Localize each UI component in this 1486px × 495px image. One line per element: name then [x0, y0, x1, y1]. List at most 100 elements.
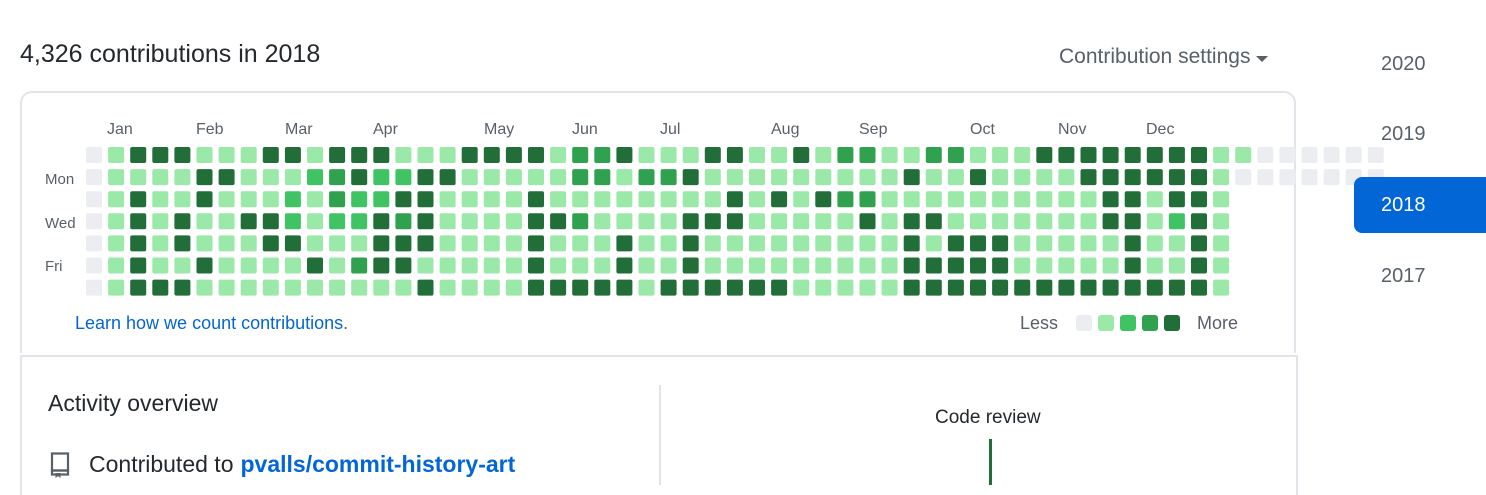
- contribution-day-cell[interactable]: [1191, 235, 1207, 252]
- contribution-day-cell[interactable]: [395, 279, 412, 296]
- contribution-day-cell[interactable]: [307, 235, 323, 252]
- contribution-day-cell[interactable]: [660, 147, 677, 163]
- contribution-day-cell[interactable]: [1213, 191, 1230, 208]
- contribution-day-cell[interactable]: [284, 191, 301, 208]
- contribution-day-cell[interactable]: [704, 213, 721, 230]
- contribution-day-cell[interactable]: [1102, 147, 1119, 163]
- contribution-day-cell[interactable]: [417, 257, 434, 274]
- contribution-day-cell[interactable]: [86, 169, 102, 186]
- contribution-day-cell[interactable]: [726, 191, 743, 208]
- contribution-day-cell[interactable]: [108, 147, 125, 163]
- contribution-day-cell[interactable]: [749, 213, 765, 230]
- contribution-day-cell[interactable]: [218, 191, 235, 208]
- contribution-day-cell[interactable]: [240, 279, 257, 296]
- contribution-day-cell[interactable]: [660, 213, 677, 230]
- contribution-day-cell[interactable]: [284, 213, 301, 230]
- contribution-day-cell[interactable]: [174, 235, 191, 252]
- contribution-day-cell[interactable]: [1213, 279, 1230, 296]
- contribution-day-cell[interactable]: [1168, 213, 1185, 230]
- contribution-day-cell[interactable]: [859, 257, 876, 274]
- contribution-day-cell[interactable]: [572, 279, 589, 296]
- contribution-day-cell[interactable]: [682, 279, 699, 296]
- contribution-day-cell[interactable]: [947, 169, 964, 186]
- contribution-day-cell[interactable]: [1058, 213, 1075, 230]
- contribution-day-cell[interactable]: [240, 213, 257, 230]
- contribution-day-cell[interactable]: [439, 235, 456, 252]
- contribution-day-cell[interactable]: [837, 257, 854, 274]
- contribution-day-cell[interactable]: [572, 191, 589, 208]
- contribution-day-cell[interactable]: [704, 147, 721, 163]
- contribution-day-cell[interactable]: [461, 235, 478, 252]
- contribution-day-cell[interactable]: [505, 191, 522, 208]
- contribution-day-cell[interactable]: [970, 257, 986, 274]
- contribution-day-cell[interactable]: [395, 257, 412, 274]
- contribution-day-cell[interactable]: [749, 147, 765, 163]
- contribution-day-cell[interactable]: [1213, 213, 1230, 230]
- contribution-day-cell[interactable]: [505, 257, 522, 274]
- contribution-day-cell[interactable]: [859, 213, 876, 230]
- contribution-day-cell[interactable]: [108, 257, 125, 274]
- contribution-day-cell[interactable]: [925, 213, 942, 230]
- year-link-2020[interactable]: 2020: [1354, 36, 1486, 92]
- contribution-day-cell[interactable]: [572, 147, 589, 163]
- contribution-day-cell[interactable]: [859, 169, 876, 186]
- contribution-day-cell[interactable]: [1102, 257, 1119, 274]
- contribution-day-cell[interactable]: [174, 147, 191, 163]
- contribution-day-cell[interactable]: [528, 169, 544, 186]
- contribution-day-cell[interactable]: [1058, 169, 1075, 186]
- contribution-day-cell[interactable]: [682, 147, 699, 163]
- contribution-day-cell[interactable]: [1080, 213, 1097, 230]
- contribution-day-cell[interactable]: [1036, 257, 1053, 274]
- contribution-day-cell[interactable]: [1168, 235, 1185, 252]
- contribution-day-cell[interactable]: [483, 235, 500, 252]
- contribution-day-cell[interactable]: [1279, 147, 1296, 163]
- contribution-day-cell[interactable]: [329, 147, 346, 163]
- contribution-day-cell[interactable]: [461, 147, 478, 163]
- contribution-day-cell[interactable]: [749, 235, 765, 252]
- contribution-day-cell[interactable]: [130, 257, 147, 274]
- contribution-day-cell[interactable]: [483, 257, 500, 274]
- contribution-day-cell[interactable]: [704, 235, 721, 252]
- contribution-day-cell[interactable]: [572, 169, 589, 186]
- contribution-day-cell[interactable]: [550, 213, 567, 230]
- contribution-day-cell[interactable]: [1036, 169, 1053, 186]
- contribution-day-cell[interactable]: [1102, 213, 1119, 230]
- contribution-day-cell[interactable]: [1168, 191, 1185, 208]
- contribution-day-cell[interactable]: [837, 147, 854, 163]
- contribution-day-cell[interactable]: [1080, 257, 1097, 274]
- contribution-day-cell[interactable]: [417, 191, 434, 208]
- contribution-day-cell[interactable]: [307, 213, 323, 230]
- contribution-day-cell[interactable]: [1102, 169, 1119, 186]
- contribution-day-cell[interactable]: [1014, 279, 1031, 296]
- contribution-day-cell[interactable]: [1036, 235, 1053, 252]
- contribution-day-cell[interactable]: [572, 235, 589, 252]
- contribution-day-cell[interactable]: [461, 213, 478, 230]
- contribution-day-cell[interactable]: [1102, 279, 1119, 296]
- contribution-day-cell[interactable]: [881, 257, 898, 274]
- contribution-day-cell[interactable]: [815, 213, 832, 230]
- contribution-day-cell[interactable]: [284, 257, 301, 274]
- contribution-day-cell[interactable]: [1036, 191, 1053, 208]
- contribution-day-cell[interactable]: [373, 235, 390, 252]
- contribution-day-cell[interactable]: [947, 191, 964, 208]
- contribution-day-cell[interactable]: [970, 235, 986, 252]
- contribution-day-cell[interactable]: [1036, 213, 1053, 230]
- year-link-2017[interactable]: 2017: [1354, 248, 1486, 304]
- learn-contributions-link[interactable]: Learn how we count contributions.: [75, 313, 348, 334]
- contribution-day-cell[interactable]: [771, 191, 788, 208]
- contribution-day-cell[interactable]: [196, 147, 213, 163]
- contribution-day-cell[interactable]: [704, 191, 721, 208]
- contribution-day-cell[interactable]: [1058, 147, 1075, 163]
- contribution-day-cell[interactable]: [483, 213, 500, 230]
- contribution-day-cell[interactable]: [749, 279, 765, 296]
- contribution-day-cell[interactable]: [970, 191, 986, 208]
- contribution-day-cell[interactable]: [1124, 169, 1141, 186]
- contribution-day-cell[interactable]: [1168, 257, 1185, 274]
- contribution-day-cell[interactable]: [903, 213, 920, 230]
- contribution-day-cell[interactable]: [86, 213, 102, 230]
- contribution-day-cell[interactable]: [771, 235, 788, 252]
- contribution-day-cell[interactable]: [925, 279, 942, 296]
- contribution-day-cell[interactable]: [395, 147, 412, 163]
- contribution-day-cell[interactable]: [284, 279, 301, 296]
- contribution-day-cell[interactable]: [1146, 169, 1163, 186]
